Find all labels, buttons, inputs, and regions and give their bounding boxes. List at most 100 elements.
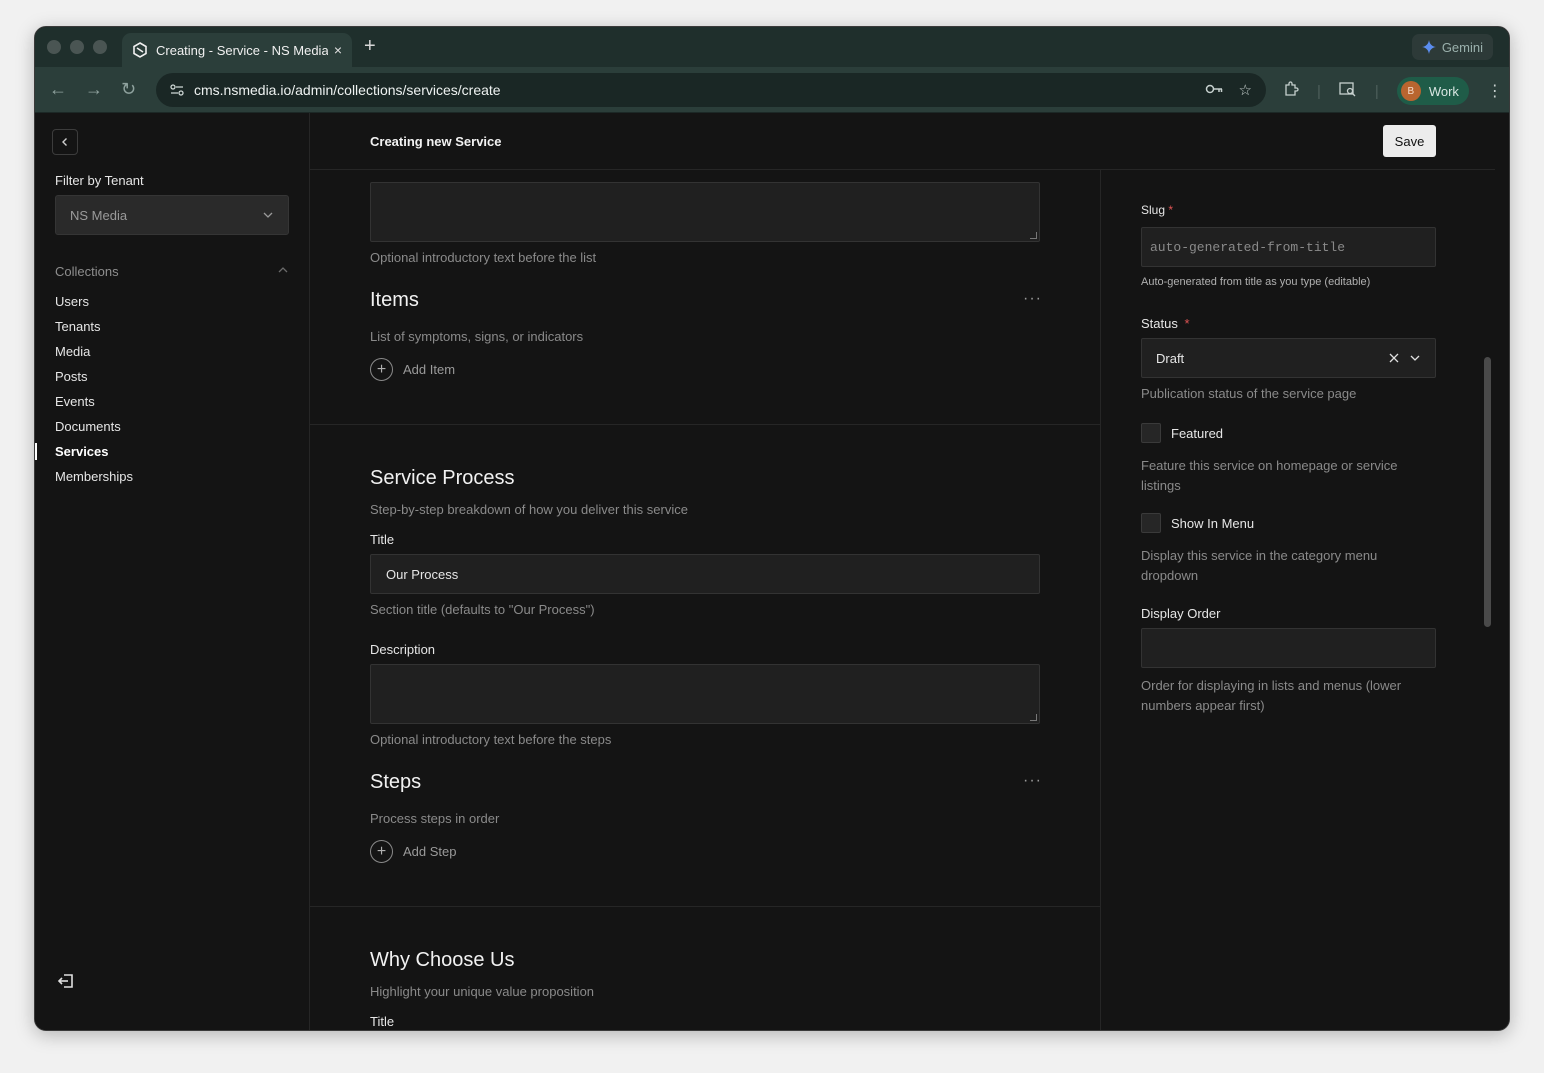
more-horiz-icon[interactable]: ··· — [1023, 290, 1042, 308]
sidebar: Filter by Tenant NS Media Collections Us… — [35, 113, 310, 1030]
collections-label: Collections — [55, 264, 119, 279]
chevron-left-icon — [62, 138, 67, 146]
cms-app: Filter by Tenant NS Media Collections Us… — [35, 113, 1509, 1030]
display-order-label: Display Order — [1141, 606, 1221, 621]
service-process-title: Service Process — [370, 467, 515, 489]
gemini-button[interactable]: Gemini — [1411, 34, 1493, 60]
password-key-icon[interactable] — [1205, 81, 1223, 101]
toolbar-right: | | B Work ⋮ — [1283, 77, 1503, 105]
status-select[interactable]: Draft — [1141, 338, 1436, 378]
slug-placeholder: auto-generated-from-title — [1150, 239, 1346, 255]
site-settings-icon[interactable] — [168, 81, 186, 99]
items-section-title: Items — [370, 289, 419, 311]
slug-input[interactable]: auto-generated-from-title — [1141, 227, 1436, 267]
scrollbar[interactable] — [1484, 357, 1491, 627]
chevron-up-icon — [278, 267, 288, 273]
section-divider — [310, 424, 1100, 425]
add-item-label: Add Item — [403, 362, 456, 377]
show-in-menu-help: Display this service in the category men… — [1141, 548, 1378, 583]
status-label-text: Status — [1141, 316, 1178, 331]
why-choose-us-subtitle: Highlight your unique value proposition — [370, 984, 595, 999]
featured-checkbox[interactable] — [1141, 423, 1161, 443]
add-step-button[interactable]: + Add Step — [370, 840, 457, 863]
forward-arrow-icon[interactable]: → — [85, 79, 103, 100]
edit-header: Creating new Service Save — [310, 113, 1495, 170]
status-label: Status * — [1141, 316, 1190, 331]
process-description-help: Optional introductory text before the st… — [370, 732, 612, 747]
sidebar-item-events[interactable]: Events — [55, 389, 133, 414]
process-description-textarea[interactable] — [370, 664, 1040, 724]
process-title-input[interactable]: Our Process — [370, 554, 1040, 594]
avatar: B — [1400, 81, 1421, 101]
tab-close-icon[interactable]: × — [334, 42, 342, 58]
add-item-button[interactable]: + Add Item — [370, 358, 455, 381]
sidebar-item-memberships[interactable]: Memberships — [55, 464, 133, 489]
logout-icon[interactable] — [57, 973, 75, 994]
add-step-label: Add Step — [403, 844, 457, 859]
close-window-button[interactable] — [47, 40, 61, 54]
sidebar-item-users[interactable]: Users — [55, 289, 133, 314]
featured-help: Feature this service on homepage or serv… — [1141, 458, 1398, 493]
chevron-down-icon — [263, 212, 273, 218]
gemini-label: Gemini — [1441, 39, 1483, 55]
new-tab-button[interactable]: + — [364, 35, 376, 58]
sidebar-item-media[interactable]: Media — [55, 339, 133, 364]
sidebar-item-tenants[interactable]: Tenants — [55, 314, 133, 339]
why-choose-us-title: Why Choose Us — [370, 949, 515, 971]
collections-nav: Users Tenants Media Posts Events Documen… — [35, 289, 133, 489]
status-select-actions — [1389, 352, 1421, 364]
site-favicon-icon — [132, 42, 148, 58]
main-form: Optional introductory text before the li… — [310, 170, 1101, 1030]
collapse-sidebar-button[interactable] — [52, 129, 78, 155]
address-bar[interactable]: cms.nsmedia.io/admin/collections/service… — [156, 73, 1266, 107]
back-arrow-icon[interactable]: ← — [49, 79, 67, 100]
browser-toolbar: ← → ↻ cms.nsmedia.io/admin/collections/s… — [35, 67, 1509, 113]
process-title-label: Title — [370, 532, 395, 547]
clear-x-icon[interactable] — [1389, 353, 1399, 363]
chevron-down-icon[interactable] — [1409, 352, 1421, 364]
sidebar-item-services[interactable]: Services — [35, 439, 133, 464]
sidebar-item-posts[interactable]: Posts — [55, 364, 133, 389]
show-in-menu-checkbox[interactable] — [1141, 513, 1161, 533]
status-value: Draft — [1156, 350, 1185, 366]
extensions-icon[interactable] — [1283, 81, 1299, 101]
more-horiz-icon[interactable]: ··· — [1023, 772, 1042, 790]
url-text: cms.nsmedia.io/admin/collections/service… — [194, 82, 501, 98]
items-description-help: Optional introductory text before the li… — [370, 250, 597, 265]
reload-icon[interactable]: ↻ — [121, 79, 136, 100]
display-order-help: Order for displaying in lists and menus … — [1141, 678, 1402, 713]
items-description-textarea[interactable] — [370, 182, 1040, 242]
featured-label: Featured — [1171, 425, 1224, 441]
maximize-window-button[interactable] — [93, 40, 107, 54]
sidebar-fields: Slug * auto-generated-from-title Auto-ge… — [1101, 170, 1495, 1030]
more-vert-icon[interactable]: ⋮ — [1487, 81, 1503, 101]
profile-button[interactable]: B Work — [1396, 77, 1469, 105]
slug-label-text: Slug — [1141, 203, 1166, 217]
show-in-menu-checkbox-row[interactable]: Show In Menu — [1141, 513, 1254, 533]
slug-help: Auto-generated from title as you type (e… — [1141, 276, 1371, 288]
steps-section-title: Steps — [370, 771, 422, 793]
toolbar-separator: | — [1374, 82, 1379, 100]
required-mark: * — [1184, 316, 1190, 331]
tab-strip: Creating - Service - NS Media × + Gemini — [35, 27, 1509, 67]
collections-group-toggle[interactable]: Collections — [55, 264, 289, 279]
items-help: List of symptoms, signs, or indicators — [370, 329, 584, 344]
why-title-label: Title — [370, 1014, 395, 1029]
featured-checkbox-row[interactable]: Featured — [1141, 423, 1223, 443]
display-order-input[interactable] — [1141, 628, 1436, 668]
process-title-help: Section title (defaults to "Our Process"… — [370, 602, 595, 617]
sidebar-item-documents[interactable]: Documents — [55, 414, 133, 439]
browser-window: Creating - Service - NS Media × + Gemini… — [34, 26, 1510, 1031]
bookmark-star-icon[interactable]: ☆ — [1239, 81, 1252, 101]
steps-help: Process steps in order — [370, 811, 500, 826]
profile-label: Work — [1428, 83, 1459, 99]
tenant-select[interactable]: NS Media — [55, 195, 289, 235]
toolbar-separator: | — [1317, 82, 1321, 100]
show-in-menu-label: Show In Menu — [1171, 515, 1255, 531]
tab-search-icon[interactable] — [1339, 81, 1357, 101]
minimize-window-button[interactable] — [70, 40, 84, 54]
tenant-select-value: NS Media — [70, 207, 128, 223]
plus-circle-icon: + — [370, 358, 393, 381]
save-button[interactable]: Save — [1383, 125, 1436, 157]
browser-tab[interactable]: Creating - Service - NS Media × — [122, 33, 352, 67]
